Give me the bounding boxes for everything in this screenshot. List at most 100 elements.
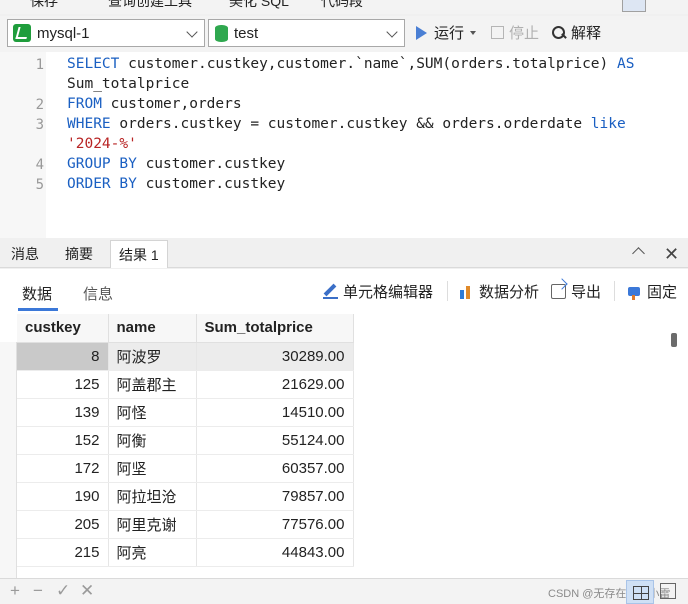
- cell-editor-label: 单元格编辑器: [343, 284, 434, 301]
- table-cell[interactable]: 14510.00: [196, 398, 354, 427]
- table-cell[interactable]: 190: [17, 482, 109, 511]
- active-subtab-indicator: [18, 308, 58, 311]
- table-cell[interactable]: 阿拉坦沧: [108, 482, 197, 511]
- grid-bottom-bar: + − ✓ ✕ CSDN @无存在感的小雷: [0, 578, 688, 604]
- pin-icon: [627, 284, 642, 300]
- table-cell[interactable]: 125: [17, 370, 109, 399]
- stop-label: 停止: [509, 25, 540, 42]
- beautify-sql-button[interactable]: 美化 SQL: [229, 0, 289, 11]
- line-number-gutter: 1 2 3 4 5: [0, 52, 46, 238]
- vertical-scrollbar-thumb[interactable]: [671, 333, 677, 347]
- grid-view-icon[interactable]: [626, 580, 654, 604]
- result-grid[interactable]: custkey name Sum_totalprice 8 阿波罗 30289.…: [0, 313, 688, 578]
- column-header-name[interactable]: name: [108, 314, 197, 343]
- table-cell[interactable]: 阿里克谢: [108, 510, 197, 539]
- table-row[interactable]: 8 阿波罗 30289.00: [17, 342, 354, 371]
- code-line: WHERE orders.custkey = customer.custkey …: [67, 116, 626, 132]
- tab-result-1[interactable]: 结果 1: [110, 240, 168, 268]
- stop-button[interactable]: 停止: [491, 22, 539, 43]
- mysql-connection-icon: [13, 24, 31, 42]
- table-cell[interactable]: 阿盖郡主: [108, 370, 197, 399]
- pin-label: 固定: [647, 284, 678, 301]
- table-cell[interactable]: 阿坚: [108, 454, 197, 483]
- subtab-info[interactable]: 信息: [83, 283, 113, 304]
- cell-editor-button[interactable]: 单元格编辑器: [323, 281, 433, 302]
- run-button[interactable]: 运行: [416, 22, 477, 43]
- table-row[interactable]: 215 阿亮 44843.00: [17, 538, 354, 567]
- result-table: custkey name Sum_totalprice 8 阿波罗 30289.…: [17, 314, 354, 567]
- database-icon: [215, 24, 228, 42]
- query-toolbar: mysql-1 test 运行 停止 解释: [0, 16, 688, 52]
- line-number: 5: [35, 177, 44, 193]
- database-select[interactable]: test: [208, 19, 405, 47]
- collapse-panel-icon[interactable]: [632, 247, 645, 260]
- subtab-data[interactable]: 数据: [22, 283, 52, 304]
- code-line: ORDER BY customer.custkey: [67, 176, 286, 192]
- table-row[interactable]: 172 阿坚 60357.00: [17, 454, 354, 483]
- column-header-sum-totalprice[interactable]: Sum_totalprice: [196, 314, 354, 343]
- table-cell[interactable]: 152: [17, 426, 109, 455]
- pin-button[interactable]: 固定: [627, 281, 677, 302]
- column-header-custkey[interactable]: custkey: [17, 314, 109, 343]
- code-line: '2024-%': [67, 136, 137, 152]
- query-builder-button[interactable]: 查询创建工具: [108, 0, 192, 11]
- table-row[interactable]: 139 阿怪 14510.00: [17, 398, 354, 427]
- data-analysis-button[interactable]: 数据分析: [459, 281, 539, 302]
- tab-summary[interactable]: 摘要: [65, 240, 93, 268]
- data-analysis-label: 数据分析: [479, 284, 540, 301]
- export-button[interactable]: 导出: [551, 281, 601, 302]
- table-cell[interactable]: 77576.00: [196, 510, 354, 539]
- delete-row-button[interactable]: −: [33, 581, 43, 601]
- export-icon: [551, 284, 566, 299]
- table-cell[interactable]: 21629.00: [196, 370, 354, 399]
- code-line: SELECT customer.custkey,customer.`name`,…: [67, 56, 635, 72]
- apply-changes-button[interactable]: ✓: [56, 581, 70, 601]
- table-row[interactable]: 152 阿衡 55124.00: [17, 426, 354, 455]
- form-view-icon[interactable]: [660, 583, 676, 599]
- table-cell[interactable]: 阿亮: [108, 538, 197, 567]
- table-row[interactable]: 190 阿拉坦沧 79857.00: [17, 482, 354, 511]
- table-cell[interactable]: 8: [17, 342, 109, 371]
- top-toolbar: 保存 查询创建工具 美化 SQL 代码段: [0, 0, 688, 14]
- table-cell[interactable]: 205: [17, 510, 109, 539]
- chevron-down-icon: [386, 26, 398, 38]
- close-panel-icon[interactable]: ✕: [664, 244, 679, 265]
- table-cell[interactable]: 79857.00: [196, 482, 354, 511]
- table-cell[interactable]: 阿波罗: [108, 342, 197, 371]
- table-cell[interactable]: 44843.00: [196, 538, 354, 567]
- result-subtoolbar: 数据 信息 单元格编辑器 数据分析 导出 固定: [0, 269, 688, 313]
- table-cell[interactable]: 215: [17, 538, 109, 567]
- table-cell[interactable]: 阿怪: [108, 398, 197, 427]
- code-line: GROUP BY customer.custkey: [67, 156, 286, 172]
- explain-button[interactable]: 解释: [551, 22, 601, 43]
- run-options-dropdown-icon[interactable]: [470, 30, 477, 35]
- row-header-column[interactable]: [0, 342, 17, 578]
- table-row[interactable]: 205 阿里克谢 77576.00: [17, 510, 354, 539]
- line-number: 1: [35, 57, 44, 73]
- discard-changes-button[interactable]: ✕: [80, 581, 94, 601]
- save-button[interactable]: 保存: [30, 0, 58, 11]
- stop-icon: [491, 26, 504, 39]
- database-select-value: test: [234, 24, 259, 42]
- table-cell[interactable]: 阿衡: [108, 426, 197, 455]
- result-panel-tabs: 消息 摘要 结果 1 ✕: [0, 240, 688, 268]
- code-line: FROM customer,orders: [67, 96, 242, 112]
- sql-editor[interactable]: 1 2 3 4 5 SELECT customer.custkey,custom…: [0, 52, 688, 238]
- table-cell[interactable]: 172: [17, 454, 109, 483]
- layout-toggle-icon[interactable]: [622, 0, 646, 12]
- table-row[interactable]: 125 阿盖郡主 21629.00: [17, 370, 354, 399]
- line-number: 4: [35, 157, 44, 173]
- toolbar-divider: [614, 281, 615, 301]
- code-line: Sum_totalprice: [67, 76, 190, 92]
- code-snippet-button[interactable]: 代码段: [321, 0, 363, 11]
- explain-magnifier-icon: [551, 25, 567, 41]
- line-number: 2: [35, 97, 44, 113]
- table-cell[interactable]: 55124.00: [196, 426, 354, 455]
- table-cell[interactable]: 60357.00: [196, 454, 354, 483]
- add-row-button[interactable]: +: [10, 581, 20, 601]
- table-cell[interactable]: 30289.00: [196, 342, 354, 371]
- table-cell[interactable]: 139: [17, 398, 109, 427]
- connection-select[interactable]: mysql-1: [7, 19, 205, 47]
- tab-messages[interactable]: 消息: [11, 240, 39, 268]
- chevron-down-icon: [186, 26, 198, 38]
